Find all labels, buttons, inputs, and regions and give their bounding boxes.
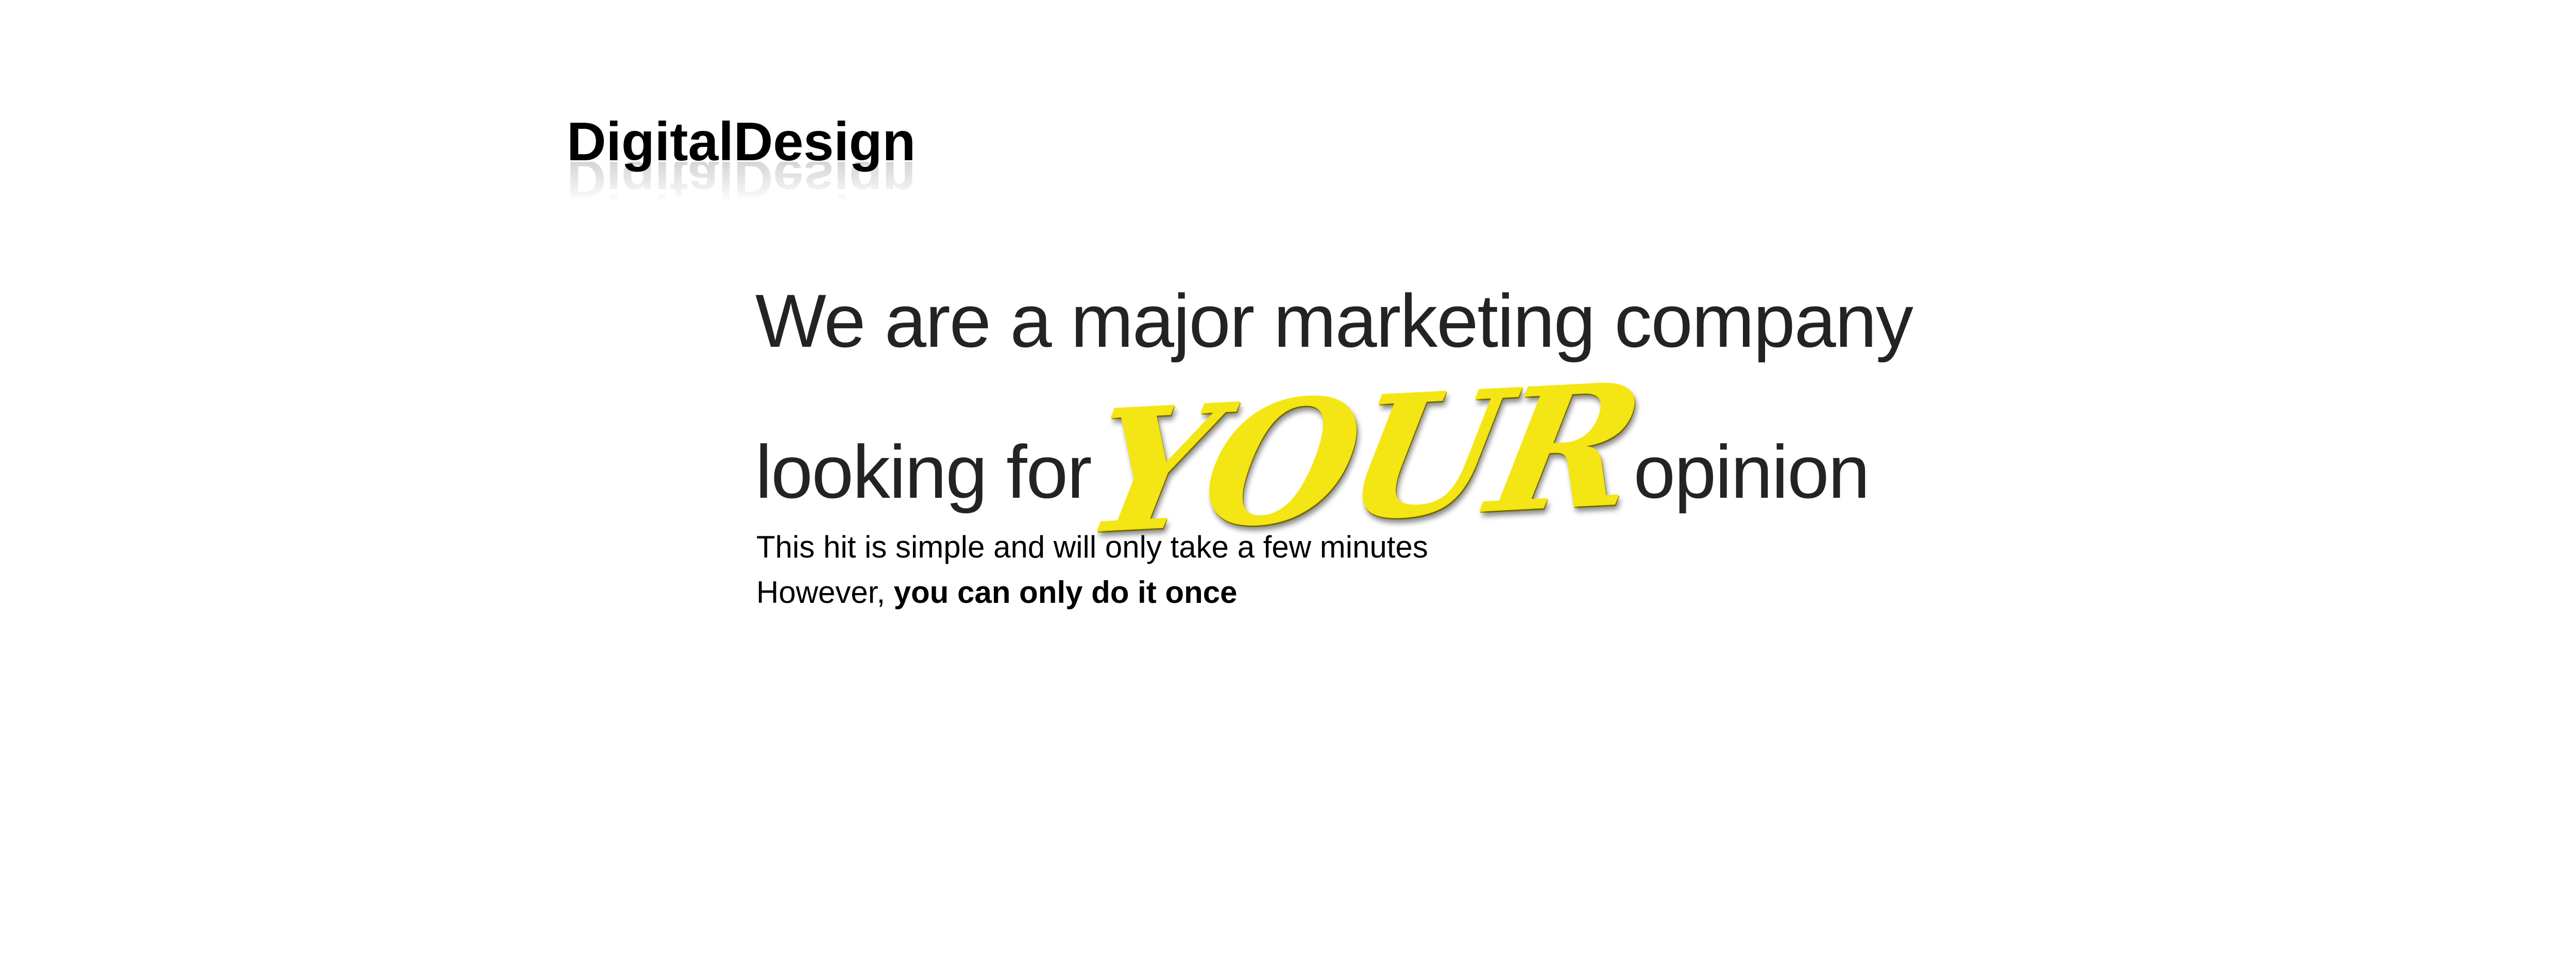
headline-line-2: looking forYOURopinion xyxy=(755,345,1912,572)
intro-line-2-bold: you can only do it once xyxy=(893,575,1238,610)
headline-line-1: We are a major marketing company xyxy=(755,279,1913,363)
intro-text: This hit is simple and will only take a … xyxy=(756,525,1428,615)
intro-line-1: This hit is simple and will only take a … xyxy=(756,530,1428,564)
headline: We are a major marketing company looking… xyxy=(755,268,1913,572)
logo: DigitalDesign DigitalDesign xyxy=(567,114,916,206)
logo-reflection: DigitalDesign xyxy=(567,162,916,206)
headline-line-2-before: looking for xyxy=(755,430,1092,514)
intro-line-2-prefix: However, xyxy=(756,575,894,610)
logo-text: DigitalDesign xyxy=(567,111,916,172)
headline-line-2-after: opinion xyxy=(1633,430,1870,514)
intro-line-2: However, you can only do it once xyxy=(756,570,1428,615)
